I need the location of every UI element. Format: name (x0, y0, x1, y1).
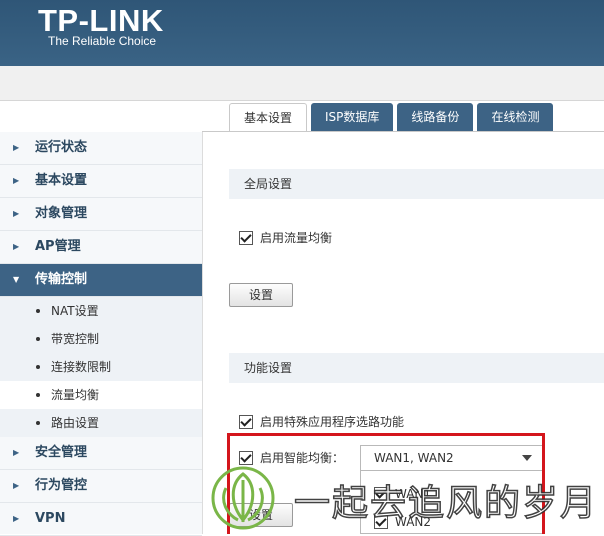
enable-balance-checkbox[interactable] (239, 231, 253, 245)
sidebar-item-behavior-control[interactable]: ▶ 行为管控 (0, 470, 202, 503)
sidebar-subitem-connection-limit[interactable]: 连接数限制 (0, 353, 202, 381)
app-header: TP-LINK The Reliable Choice (0, 0, 604, 66)
tab-online-detection[interactable]: 在线检测 (477, 103, 554, 131)
sidebar-item-vpn[interactable]: ▶ VPN (0, 503, 202, 536)
chevron-down-icon: ▼ (13, 275, 20, 284)
chevron-right-icon: ▶ (13, 143, 20, 152)
tab-divider (202, 131, 604, 132)
global-settings-header: 全局设置 (229, 169, 604, 199)
function-settings-header: 功能设置 (229, 353, 604, 383)
enable-balance-row: 启用流量均衡 (239, 229, 332, 247)
header-band (0, 66, 604, 101)
bullet-icon (36, 421, 40, 425)
tab-isp-database[interactable]: ISP数据库 (311, 103, 394, 131)
sidebar-subitem-routing[interactable]: 路由设置 (0, 409, 202, 437)
enable-balance-label: 启用流量均衡 (260, 231, 333, 245)
logo-tagline: The Reliable Choice (48, 34, 157, 48)
chevron-right-icon: ▶ (13, 448, 20, 457)
sidebar: ▶ 运行状态 ▶ 基本设置 ▶ 对象管理 ▶ AP管理 ▼ 传输控制 NAT设置 带宽控制… (0, 132, 203, 536)
sidebar-subitem-nat[interactable]: NAT设置 (0, 297, 202, 325)
bullet-icon (36, 337, 40, 341)
bullet-icon (36, 393, 40, 397)
chevron-right-icon: ▶ (13, 481, 20, 490)
sidebar-item-basic-settings[interactable]: ▶ 基本设置 (0, 165, 202, 198)
sidebar-subitem-traffic-balance[interactable]: 流量均衡 (0, 381, 202, 409)
watermark-text: 一起去追风的岁月 (293, 482, 599, 525)
sidebar-subitem-bandwidth[interactable]: 带宽控制 (0, 325, 202, 353)
sidebar-item-security-management[interactable]: ▶ 安全管理 (0, 437, 202, 470)
chevron-right-icon: ▶ (13, 514, 20, 523)
chevron-right-icon: ▶ (13, 242, 20, 251)
chevron-right-icon: ▶ (13, 209, 20, 218)
special-app-label: 启用特殊应用程序选路功能 (260, 415, 405, 429)
sidebar-item-running-status[interactable]: ▶ 运行状态 (0, 132, 202, 165)
special-app-row: 启用特殊应用程序选路功能 (239, 413, 404, 431)
sidebar-item-object-management[interactable]: ▶ 对象管理 (0, 198, 202, 231)
watermark: 一起去追风的岁月 (208, 460, 604, 534)
sidebar-item-ap-management[interactable]: ▶ AP管理 (0, 231, 202, 264)
global-set-button[interactable]: 设置 (229, 283, 293, 307)
tab-line-backup[interactable]: 线路备份 (397, 103, 474, 131)
bullet-icon (36, 365, 40, 369)
tab-bar: 基本设置 ISP数据库 线路备份 在线检测 (229, 103, 557, 132)
special-app-checkbox[interactable] (239, 415, 253, 429)
chevron-right-icon: ▶ (13, 176, 20, 185)
tab-basic-settings[interactable]: 基本设置 (229, 103, 308, 132)
bullet-icon (36, 309, 40, 313)
wheat-logo-icon (211, 466, 275, 530)
sidebar-item-transmission-control[interactable]: ▼ 传输控制 (0, 264, 202, 297)
